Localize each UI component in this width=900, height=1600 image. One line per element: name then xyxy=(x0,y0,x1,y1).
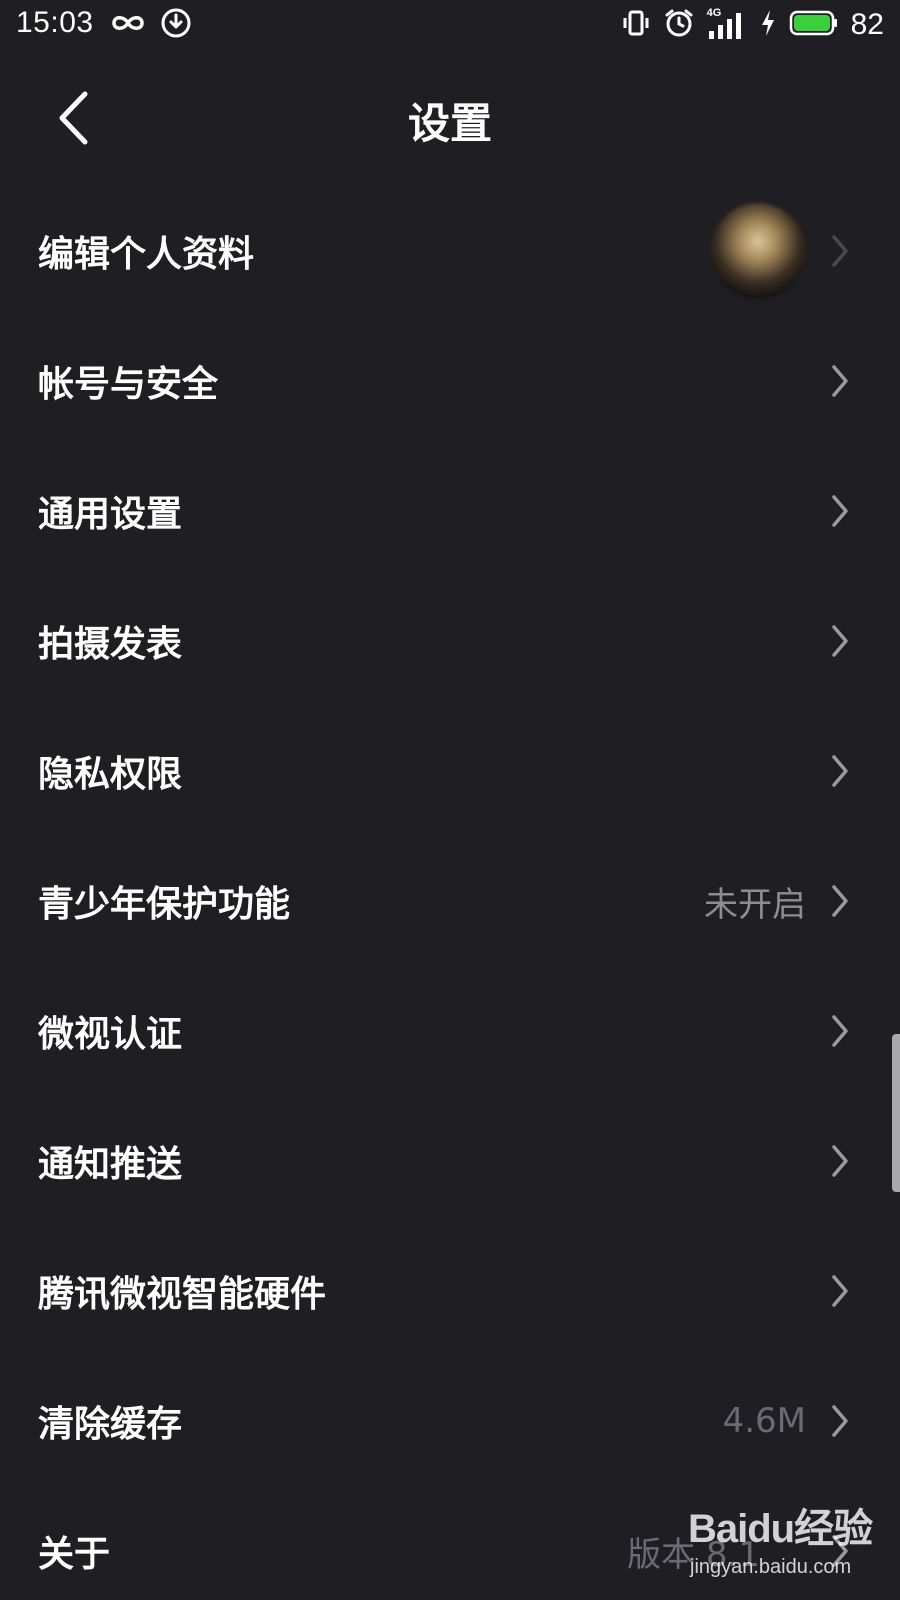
settings-row-value: 未开启 xyxy=(704,884,806,925)
settings-row-label: 微视认证 xyxy=(38,1014,183,1055)
settings-row-label: 通用设置 xyxy=(38,494,183,535)
settings-row-smart-hardware[interactable]: 腾讯微视智能硬件 xyxy=(0,1226,900,1356)
settings-row-notifications[interactable]: 通知推送 xyxy=(0,1096,900,1226)
chevron-right-icon xyxy=(830,1403,850,1439)
settings-row-general[interactable]: 通用设置 xyxy=(0,446,900,576)
chevron-right-icon xyxy=(830,753,850,789)
settings-row-label: 编辑个人资料 xyxy=(38,234,255,275)
watermark-brand: Baidu经验 xyxy=(688,1507,873,1551)
settings-row-youth-protection[interactable]: 青少年保护功能 未开启 xyxy=(0,836,900,966)
chevron-right-icon xyxy=(830,1273,850,1309)
settings-row-edit-profile[interactable]: 编辑个人资料 xyxy=(0,186,900,316)
settings-row-label: 青少年保护功能 xyxy=(38,884,291,925)
settings-row-label: 帐号与安全 xyxy=(38,364,219,405)
settings-row-verification[interactable]: 微视认证 xyxy=(0,966,900,1096)
settings-row-label: 拍摄发表 xyxy=(38,624,183,665)
avatar xyxy=(710,203,806,299)
settings-row-label: 腾讯微视智能硬件 xyxy=(38,1274,327,1315)
settings-row-label: 关于 xyxy=(38,1534,111,1575)
vibrate-icon xyxy=(621,8,651,42)
settings-list: 编辑个人资料 帐号与安全 通用设置 拍摄发表 隐私权限 青少年保护功能 未开启 … xyxy=(0,186,900,1600)
battery-icon xyxy=(789,9,839,41)
chevron-right-icon xyxy=(830,883,850,919)
settings-row-right: 未开启 xyxy=(704,877,850,926)
settings-screen: 15:03 4G 82 设置 编辑个人资料 帐号与安全 通用设置 拍摄发表 隐私… xyxy=(0,0,900,1600)
settings-row-right xyxy=(830,1013,850,1049)
settings-row-label: 隐私权限 xyxy=(38,754,183,795)
signal-icon: 4G xyxy=(707,7,747,41)
infinity-icon xyxy=(108,11,148,39)
settings-row-right xyxy=(830,753,850,789)
settings-row-label: 清除缓存 xyxy=(38,1404,183,1445)
status-time: 15:03 xyxy=(16,6,94,39)
charging-icon xyxy=(759,8,777,42)
settings-row-right: 4.6M xyxy=(723,1401,850,1441)
settings-row-right xyxy=(710,203,850,299)
battery-percent: 82 xyxy=(850,8,884,41)
chevron-right-icon xyxy=(830,623,850,659)
settings-row-privacy[interactable]: 隐私权限 xyxy=(0,706,900,836)
chevron-right-icon xyxy=(830,233,850,269)
settings-row-right xyxy=(830,493,850,529)
watermark-url: jingyan.baidu.com xyxy=(690,1556,852,1578)
chevron-right-icon xyxy=(830,1143,850,1179)
status-right-icons: 4G 82 xyxy=(621,7,884,43)
settings-row-capture-publish[interactable]: 拍摄发表 xyxy=(0,576,900,706)
settings-row-value: 4.6M xyxy=(722,1401,806,1441)
chevron-right-icon xyxy=(830,493,850,529)
settings-row-label: 通知推送 xyxy=(38,1144,183,1185)
scrollbar[interactable] xyxy=(892,1034,900,1192)
settings-row-right xyxy=(830,623,850,659)
status-left-icons xyxy=(108,8,192,42)
settings-row-account-security[interactable]: 帐号与安全 xyxy=(0,316,900,446)
nav-bar: 设置 xyxy=(0,60,900,180)
status-bar: 15:03 4G 82 xyxy=(0,0,900,50)
chevron-right-icon xyxy=(830,363,850,399)
settings-row-right xyxy=(830,1273,850,1309)
settings-row-right xyxy=(830,1143,850,1179)
page-title: 设置 xyxy=(407,99,492,148)
download-icon xyxy=(160,7,192,43)
settings-row-right xyxy=(830,363,850,399)
alarm-icon xyxy=(663,7,695,43)
watermark: Baidu经验 jingyan.baidu.com xyxy=(688,1496,873,1592)
settings-row-clear-cache[interactable]: 清除缓存 4.6M xyxy=(0,1356,900,1486)
chevron-right-icon xyxy=(830,1013,850,1049)
